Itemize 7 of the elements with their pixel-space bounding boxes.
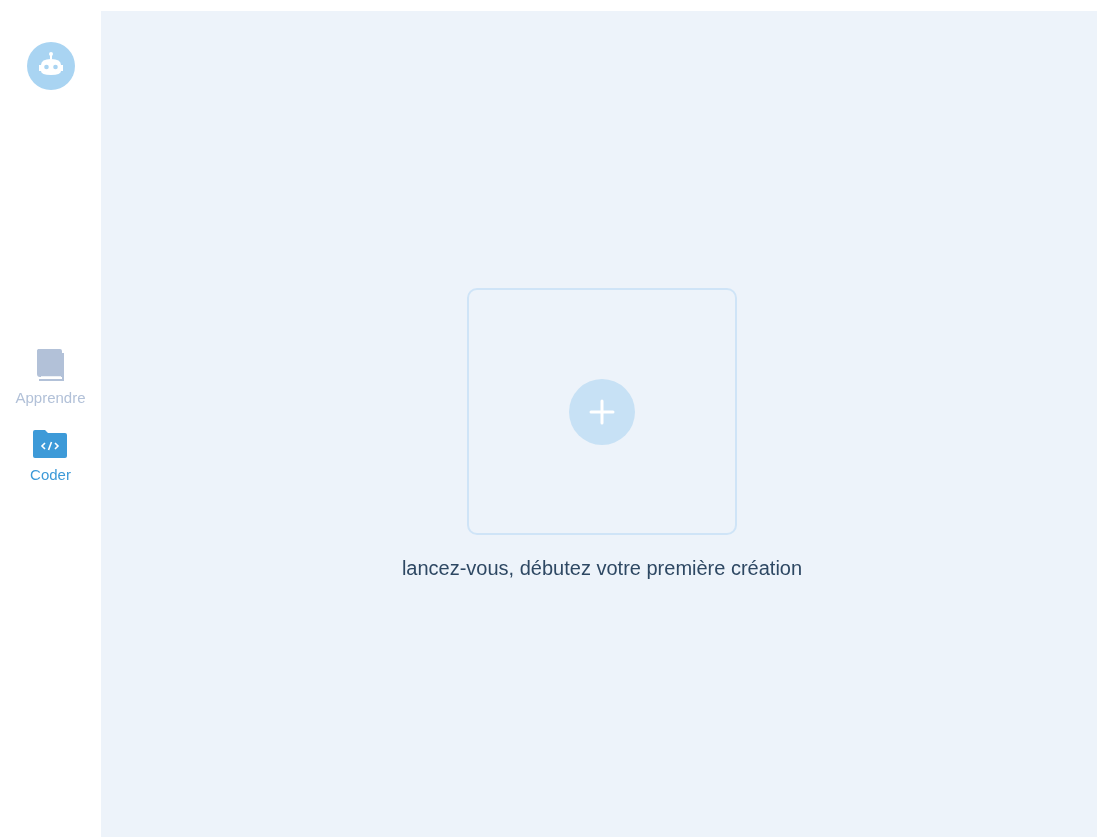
empty-state-message: lancez-vous, débutez votre première création bbox=[401, 557, 803, 580]
nav-item[interactable]: Coder bbox=[30, 428, 71, 483]
nav-item[interactable]: Apprendre bbox=[15, 345, 86, 406]
new-project-card[interactable] bbox=[467, 288, 737, 535]
robot-logo-icon[interactable] bbox=[25, 41, 76, 91]
add-icon[interactable] bbox=[569, 378, 635, 445]
code-folder-icon bbox=[31, 428, 70, 460]
